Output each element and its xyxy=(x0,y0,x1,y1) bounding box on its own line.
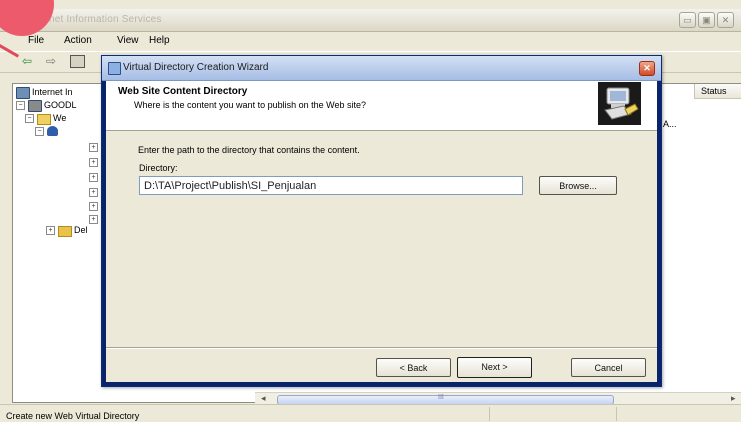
wizard-title: Virtual Directory Creation Wizard xyxy=(123,62,269,73)
browse-button[interactable]: Browse... xyxy=(539,176,617,195)
scrollbar-grip: III xyxy=(438,394,444,401)
cancel-button[interactable]: Cancel xyxy=(571,358,646,377)
wizard-heading: Web Site Content Directory xyxy=(118,86,248,97)
directory-label: Directory: xyxy=(139,163,178,173)
expand-icon[interactable]: + xyxy=(89,143,98,152)
scroll-left-icon[interactable]: ◂ xyxy=(261,393,266,404)
scroll-right-icon[interactable]: ▸ xyxy=(731,393,736,404)
minimize-button[interactable]: ▭ xyxy=(679,12,696,28)
pc-with-folder-icon xyxy=(598,82,641,125)
wizard-dialog: Virtual Directory Creation Wizard ✕ Web … xyxy=(101,55,662,387)
tree-item-label: We xyxy=(53,113,67,123)
folder-icon xyxy=(58,226,72,237)
wizard-titlebar: Virtual Directory Creation Wizard ✕ xyxy=(102,56,661,81)
expand-icon[interactable]: + xyxy=(89,202,98,211)
wizard-divider xyxy=(106,347,657,349)
computer-icon xyxy=(28,100,42,112)
menu-help[interactable]: Help xyxy=(149,35,170,46)
tree-item-label: GOODL xyxy=(44,100,77,110)
expand-icon[interactable]: + xyxy=(89,158,98,167)
directory-input[interactable] xyxy=(139,176,523,195)
wizard-body: Enter the path to the directory that con… xyxy=(106,131,657,382)
collapse-icon[interactable]: − xyxy=(25,114,34,123)
iis-titlebar: Internet Information Services ▭ ▣ ✕ xyxy=(0,9,741,32)
expand-icon[interactable]: + xyxy=(89,173,98,182)
tree-item-label: Del xyxy=(74,225,88,235)
maximize-button[interactable]: ▣ xyxy=(698,12,715,28)
status-divider xyxy=(616,407,617,421)
wizard-subheading: Where is the content you want to publish… xyxy=(134,100,366,110)
wizard-close-button[interactable]: ✕ xyxy=(639,61,655,76)
menu-bar: File Action View Help xyxy=(0,32,741,50)
list-item-text[interactable]: A... xyxy=(663,119,677,129)
wizard-icon xyxy=(108,62,121,75)
expand-icon[interactable]: + xyxy=(89,188,98,197)
expand-icon[interactable]: + xyxy=(89,215,98,224)
folder-icon xyxy=(37,114,51,125)
web-site-icon xyxy=(47,126,58,136)
forward-arrow-icon[interactable]: ⇨ xyxy=(46,54,56,68)
back-arrow-icon[interactable]: ⇦ xyxy=(22,54,32,68)
back-button[interactable]: < Back xyxy=(376,358,451,377)
menu-action[interactable]: Action xyxy=(64,35,92,46)
close-button[interactable]: ✕ xyxy=(717,12,734,28)
status-text: Create new Web Virtual Directory xyxy=(6,411,140,421)
next-button[interactable]: Next > xyxy=(457,357,532,378)
wizard-instruction: Enter the path to the directory that con… xyxy=(138,145,360,155)
collapse-icon[interactable]: − xyxy=(16,101,25,110)
menu-view[interactable]: View xyxy=(117,35,139,46)
collapse-icon[interactable]: − xyxy=(35,127,44,136)
status-divider xyxy=(489,407,490,421)
iis-icon xyxy=(16,87,30,99)
status-bar: Create new Web Virtual Directory xyxy=(0,404,741,422)
wizard-header: Web Site Content Directory Where is the … xyxy=(106,81,657,131)
expand-icon[interactable]: + xyxy=(46,226,55,235)
tree-item-label: Internet In xyxy=(32,87,73,97)
column-header-status[interactable]: Status xyxy=(694,84,741,99)
show-hide-tree-icon[interactable] xyxy=(70,55,85,68)
menu-file[interactable]: File xyxy=(28,35,44,46)
